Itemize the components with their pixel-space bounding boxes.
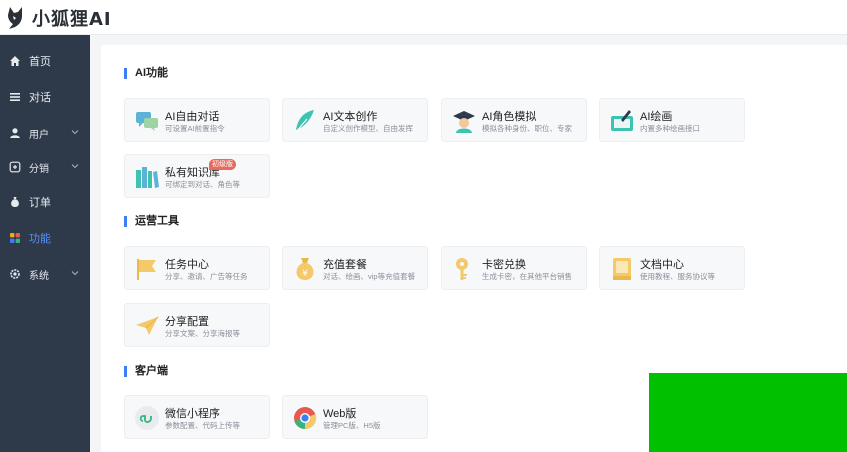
card-ai-free-chat[interactable]: AI自由对话 可设置AI前置指令 xyxy=(124,98,270,142)
sidebar-item-home[interactable]: 首页 xyxy=(0,46,90,76)
card-share-config[interactable]: 分享配置 分享文案、分享海报等 xyxy=(124,303,270,347)
mini-program-icon xyxy=(135,406,159,430)
card-desc: 自定义创作模型、自由发挥 xyxy=(323,124,413,133)
card-title: 任务中心 xyxy=(165,259,209,271)
card-task-center[interactable]: 任务中心 分享、邀请、广告等任务 xyxy=(124,246,270,290)
card-ai-painting[interactable]: AI绘画 内置多种绘画接口 xyxy=(599,98,745,142)
svg-text:¥: ¥ xyxy=(302,269,308,279)
sidebar-item-label: 功能 xyxy=(29,233,51,245)
card-desc: 参数配置、代码上传等 xyxy=(165,421,240,430)
chevron-down-icon xyxy=(71,164,79,169)
fox-logo-icon xyxy=(8,7,22,29)
card-desc: 使用教程、服务协议等 xyxy=(640,272,715,281)
grid-icon xyxy=(10,233,20,243)
card-desc: 分享文案、分享海报等 xyxy=(165,329,240,338)
list-icon xyxy=(10,93,20,101)
sidebar: 首页 对话 用户 分销 订单 功能 系统 xyxy=(0,35,90,452)
card-desc: 管理PC版、H5版 xyxy=(323,421,381,430)
sidebar-item-label: 用户 xyxy=(29,129,49,141)
logo-text: 小狐狸AI xyxy=(32,9,112,30)
green-overlay-block xyxy=(649,373,847,452)
card-desc: 分享、邀请、广告等任务 xyxy=(165,272,248,281)
books-icon xyxy=(136,167,159,188)
sidebar-item-distribution[interactable]: 分销 xyxy=(0,152,90,182)
gear-icon xyxy=(10,269,20,279)
card-wechat-mini-program[interactable]: 微信小程序 参数配置、代码上传等 xyxy=(124,395,270,439)
sidebar-item-chat[interactable]: 对话 xyxy=(0,82,90,112)
section-title-operations: 运营工具 xyxy=(124,216,179,227)
card-title: AI绘画 xyxy=(640,111,673,123)
chevron-down-icon xyxy=(71,271,79,276)
card-recharge-packages[interactable]: ¥ 充值套餐 对话、绘画、vip等充值套餐 xyxy=(282,246,428,290)
paper-plane-icon xyxy=(136,316,159,335)
feather-icon xyxy=(295,110,314,133)
section-title-ai: AI功能 xyxy=(124,68,168,79)
logo[interactable]: 小狐狸AI xyxy=(6,6,112,30)
card-title: AI文本创作 xyxy=(323,111,378,123)
chat-bubbles-icon xyxy=(136,112,158,131)
money-bag-icon: ¥ xyxy=(296,258,314,280)
card-title: AI自由对话 xyxy=(165,111,220,123)
card-ai-role-play[interactable]: AI角色模拟 模拟各种身份、职位、专家 xyxy=(441,98,587,142)
book-icon xyxy=(613,258,631,280)
card-desc: 生成卡密，在其他平台销售 xyxy=(482,272,572,281)
card-card-code-exchange[interactable]: 卡密兑换 生成卡密，在其他平台销售 xyxy=(441,246,587,290)
card-web-version[interactable]: Web版 管理PC版、H5版 xyxy=(282,395,428,439)
card-title: 充值套餐 xyxy=(323,259,367,271)
flag-icon xyxy=(137,259,156,280)
sidebar-item-users[interactable]: 用户 xyxy=(0,118,90,148)
card-desc: 模拟各种身份、职位、专家 xyxy=(482,124,572,133)
share-icon xyxy=(9,161,21,173)
chrome-icon xyxy=(294,407,317,430)
user-icon xyxy=(10,128,20,138)
top-bar: 小狐狸AI xyxy=(0,0,847,35)
money-bag-icon xyxy=(11,197,19,207)
home-icon xyxy=(10,56,20,66)
card-title: 微信小程序 xyxy=(165,408,220,420)
sidebar-item-label: 首页 xyxy=(29,56,51,68)
edition-badge: 初级版 xyxy=(209,159,236,170)
card-desc: 内置多种绘画接口 xyxy=(640,124,700,133)
key-icon xyxy=(456,258,468,280)
paint-icon xyxy=(611,110,633,131)
card-document-center[interactable]: 文档中心 使用教程、服务协议等 xyxy=(599,246,745,290)
card-title: Web版 xyxy=(323,408,357,420)
sidebar-item-label: 分销 xyxy=(29,163,49,175)
card-desc: 可绑定到对话、角色等 xyxy=(165,180,240,189)
card-desc: 对话、绘画、vip等充值套餐 xyxy=(323,272,416,281)
sidebar-item-features[interactable]: 功能 xyxy=(0,223,90,253)
card-title: 文档中心 xyxy=(640,259,684,271)
graduate-icon xyxy=(453,111,475,133)
sidebar-item-label: 对话 xyxy=(29,92,51,104)
card-title: 分享配置 xyxy=(165,316,209,328)
sidebar-item-label: 订单 xyxy=(29,197,51,209)
sidebar-item-orders[interactable]: 订单 xyxy=(0,187,90,217)
section-title-clients: 客户端 xyxy=(124,366,168,377)
chevron-down-icon xyxy=(71,130,79,135)
card-desc: 可设置AI前置指令 xyxy=(165,124,225,133)
card-title: 卡密兑换 xyxy=(482,259,526,271)
sidebar-item-label: 系统 xyxy=(29,270,49,282)
card-ai-text-creation[interactable]: AI文本创作 自定义创作模型、自由发挥 xyxy=(282,98,428,142)
card-private-knowledge-base[interactable]: 私有知识库 初级版 可绑定到对话、角色等 xyxy=(124,154,270,198)
sidebar-item-system[interactable]: 系统 xyxy=(0,259,90,289)
card-title: AI角色模拟 xyxy=(482,111,537,123)
